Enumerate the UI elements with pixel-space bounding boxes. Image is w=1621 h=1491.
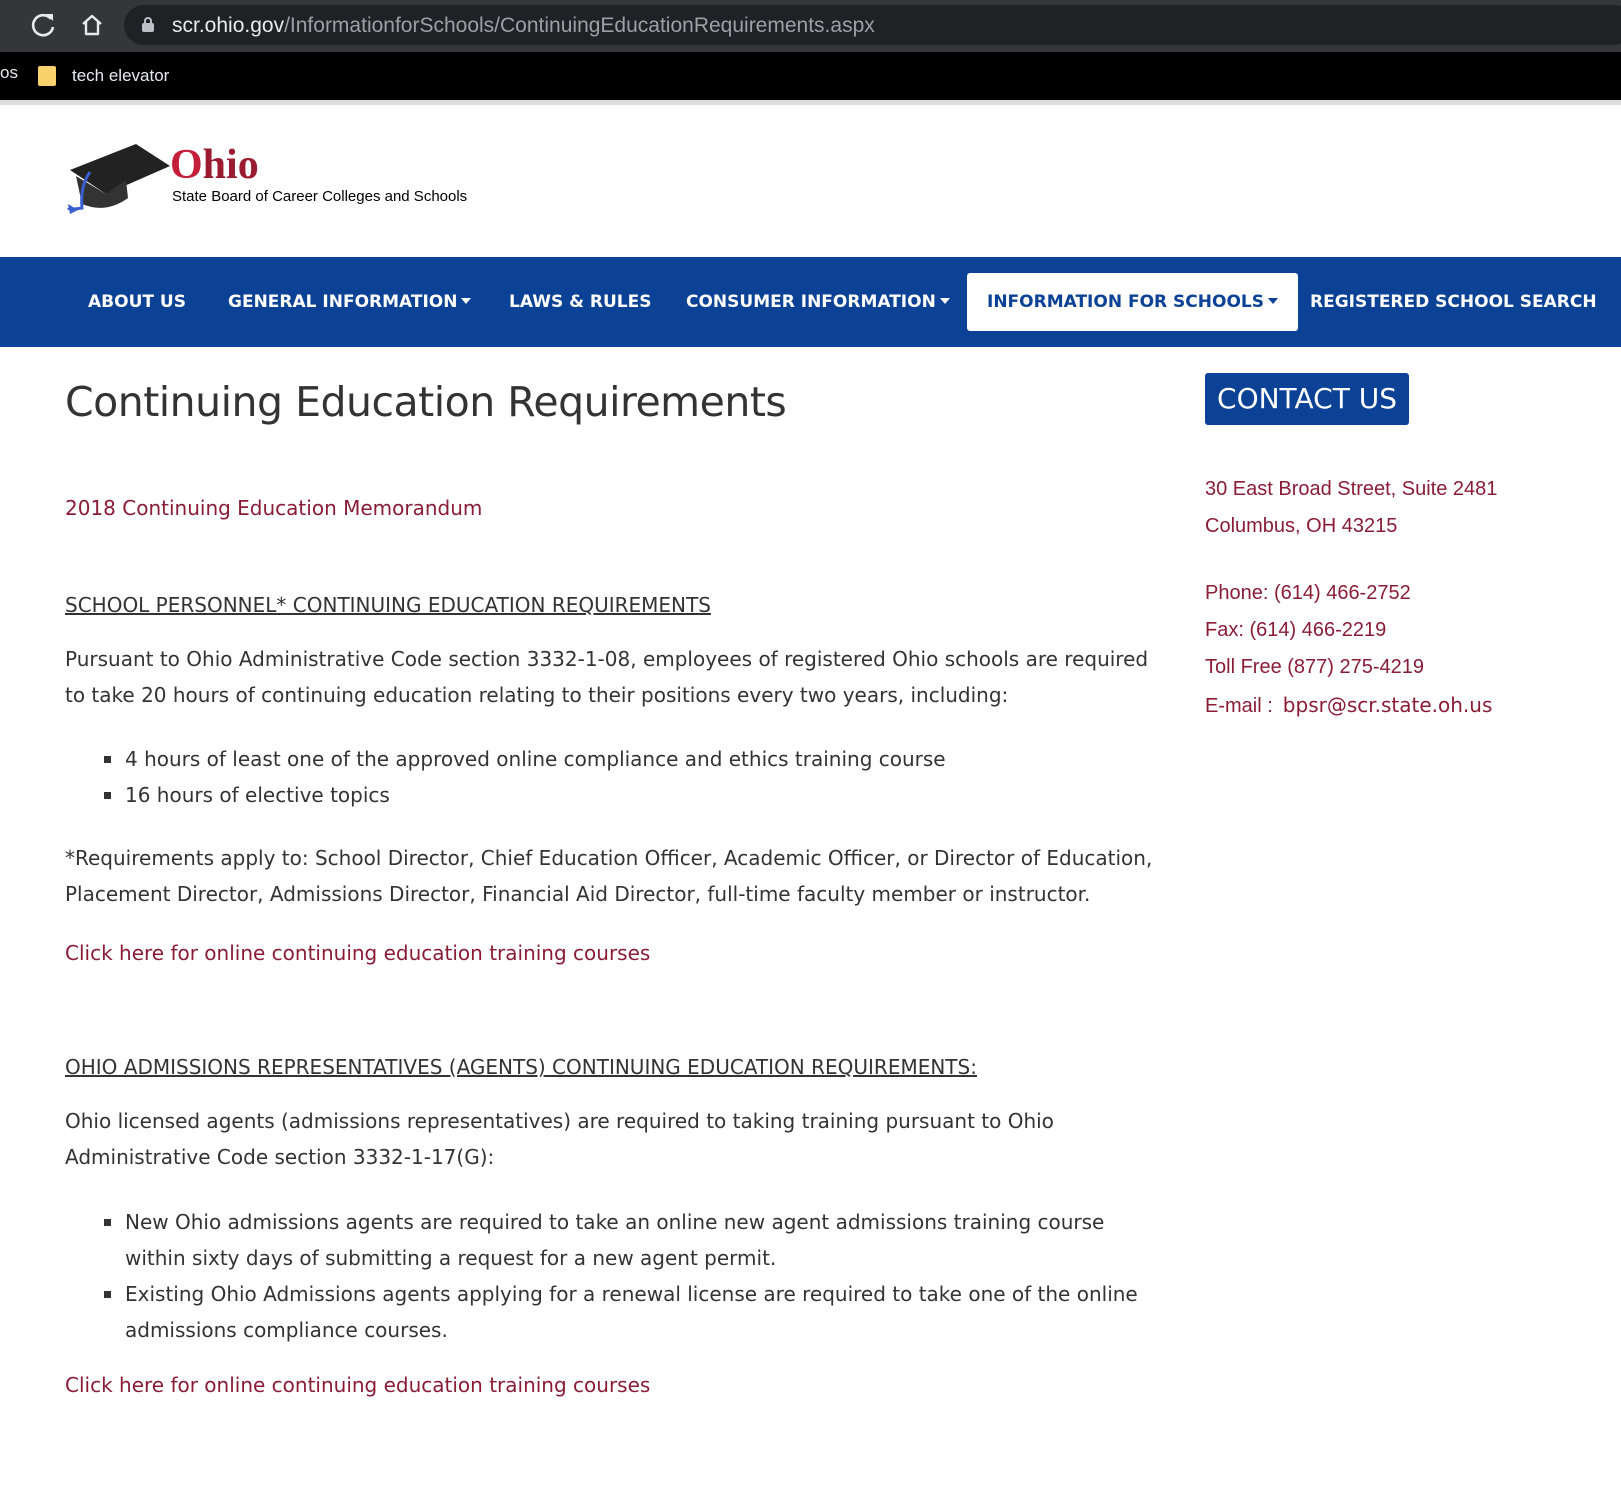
list-item: New Ohio admissions agents are required … <box>65 1204 1165 1276</box>
caret-down-icon <box>939 298 950 304</box>
bookmark-label: tech elevator <box>72 66 170 85</box>
caret-down-icon <box>461 298 472 304</box>
url-text: scr.ohio.gov/InformationforSchools/Conti… <box>172 14 875 38</box>
page-title: Continuing Education Requirements <box>65 378 787 426</box>
nav-label: REGISTERED SCHOOL SEARCH <box>1310 292 1597 312</box>
nav-about-us[interactable]: ABOUT US <box>88 273 186 331</box>
admissions-agents-intro: Ohio licensed agents (admissions represe… <box>65 1109 1054 1169</box>
url-host: scr.ohio.gov <box>172 14 285 37</box>
email-link[interactable]: bpsr@scr.state.oh.us <box>1283 693 1493 717</box>
nav-label: CONSUMER INFORMATION <box>686 292 936 312</box>
school-personnel-intro: Pursuant to Ohio Administrative Code sec… <box>65 647 1149 707</box>
nav-label: LAWS & RULES <box>509 292 652 312</box>
nav-label: INFORMATION FOR SCHOOLS <box>987 292 1264 312</box>
admissions-agents-list: New Ohio admissions agents are required … <box>65 1204 1165 1348</box>
address-line-2: Columbus, OH 43215 <box>1205 515 1398 537</box>
training-courses-link-2[interactable]: Click here for online continuing educati… <box>65 1373 650 1397</box>
graduation-cap-icon <box>66 144 170 214</box>
school-personnel-list: 4 hours of least one of the approved onl… <box>65 741 1165 813</box>
section-heading-school-personnel: SCHOOL PERSONNEL* CONTINUING EDUCATION R… <box>65 593 711 617</box>
list-item: 16 hours of elective topics <box>65 777 1165 813</box>
site-logo[interactable]: Ohio State Board of Career Colleges and … <box>66 138 486 220</box>
email-label: E-mail : <box>1205 695 1273 717</box>
main-nav: ABOUT US GENERAL INFORMATION LAWS & RULE… <box>0 257 1621 347</box>
home-icon[interactable] <box>75 8 109 42</box>
divider <box>0 100 1621 105</box>
nav-registered-school-search[interactable]: REGISTERED SCHOOL SEARCH <box>1310 273 1597 331</box>
address-line-1: 30 East Broad Street, Suite 2481 <box>1205 478 1498 500</box>
section-heading-admissions-agents: OHIO ADMISSIONS REPRESENTATIVES (AGENTS)… <box>65 1055 977 1079</box>
phone-number: Phone: (614) 466-2752 <box>1205 582 1411 604</box>
training-courses-link-1[interactable]: Click here for online continuing educati… <box>65 941 650 965</box>
toll-free-number: Toll Free (877) 275-4219 <box>1205 656 1425 678</box>
fax-number: Fax: (614) 466-2219 <box>1205 619 1387 641</box>
browser-toolbar: scr.ohio.gov/InformationforSchools/Conti… <box>0 0 1621 52</box>
memorandum-link[interactable]: 2018 Continuing Education Memorandum <box>65 496 482 520</box>
nav-information-for-schools[interactable]: INFORMATION FOR SCHOOLS <box>967 273 1298 331</box>
reload-icon[interactable] <box>27 8 61 42</box>
nav-general-information[interactable]: GENERAL INFORMATION <box>228 273 472 331</box>
address-bar[interactable]: scr.ohio.gov/InformationforSchools/Conti… <box>124 5 1621 45</box>
list-item: 4 hours of least one of the approved onl… <box>65 741 1165 777</box>
nav-laws-rules[interactable]: LAWS & RULES <box>509 273 651 331</box>
bookmark-partial[interactable]: os <box>0 63 18 83</box>
contact-us-button[interactable]: CONTACT US <box>1205 373 1409 425</box>
logo-wordmark: Ohio <box>170 142 259 188</box>
bookmarks-bar: os tech elevator <box>0 52 1621 100</box>
lock-icon[interactable] <box>142 17 154 32</box>
nav-label: ABOUT US <box>88 292 186 312</box>
url-path: /InformationforSchools/ContinuingEducati… <box>284 14 875 37</box>
nav-consumer-information[interactable]: CONSUMER INFORMATION <box>686 273 950 331</box>
logo-o: O <box>170 142 203 188</box>
caret-down-icon <box>1267 298 1278 304</box>
bookmark-tech-elevator[interactable]: tech elevator <box>38 61 169 91</box>
requirements-footnote: *Requirements apply to: School Director,… <box>65 846 1153 906</box>
folder-icon <box>38 66 56 86</box>
list-item: Existing Ohio Admissions agents applying… <box>65 1276 1165 1348</box>
logo-subtitle: State Board of Career Colleges and Schoo… <box>172 188 468 205</box>
logo-hio: hio <box>202 142 259 188</box>
nav-label: GENERAL INFORMATION <box>228 292 458 312</box>
email-line: E-mail : bpsr@scr.state.oh.us <box>1205 693 1492 718</box>
